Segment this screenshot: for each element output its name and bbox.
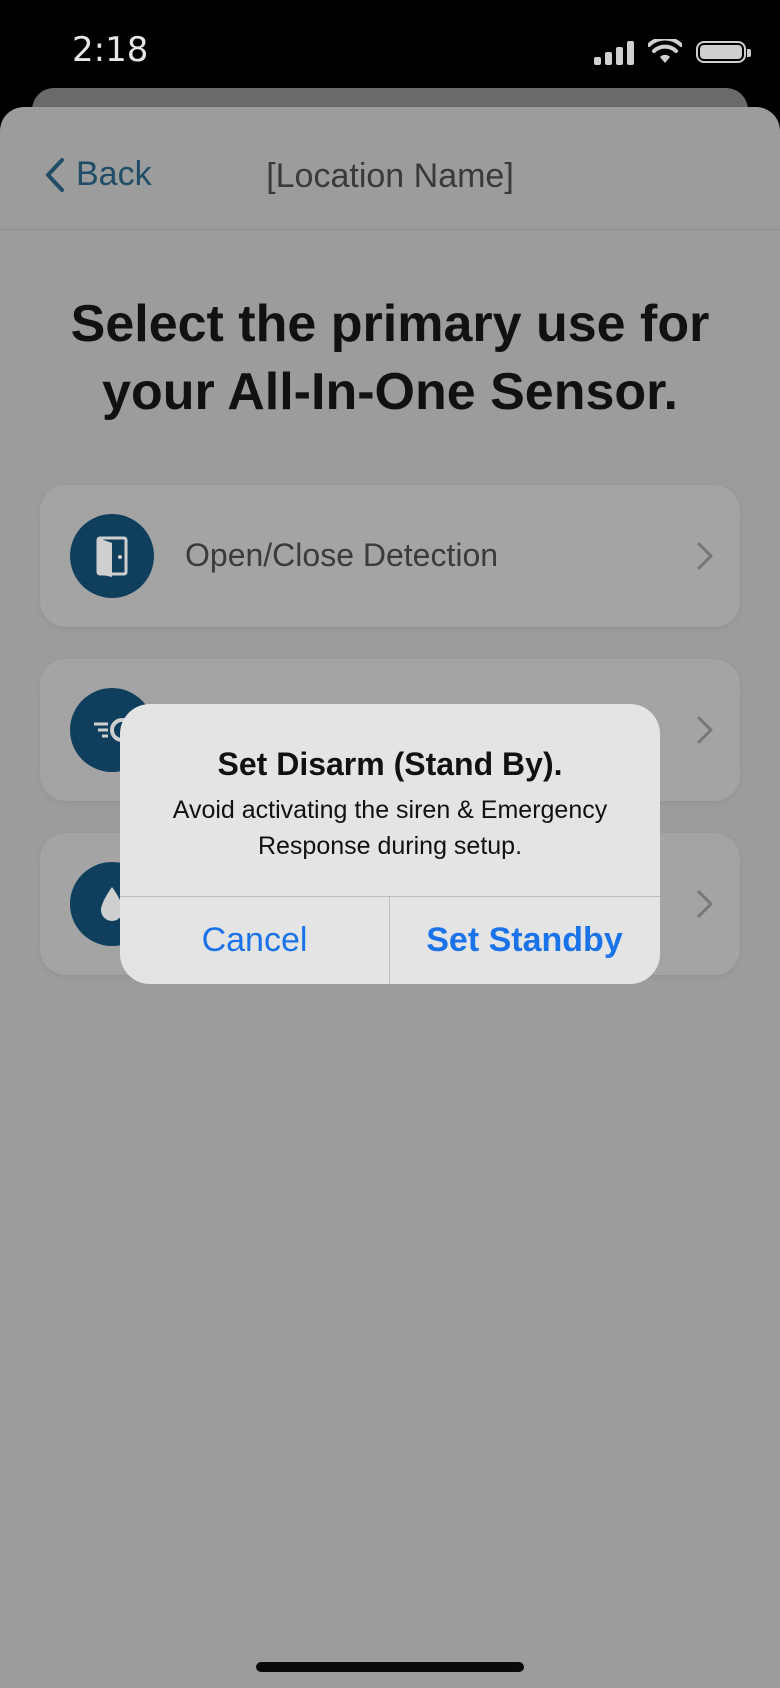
page-heading: Select the primary use for your All-In-O… [70, 295, 710, 421]
nav-title: [Location Name] [266, 157, 514, 195]
dialog-title: Set Disarm (Stand By). [217, 746, 563, 782]
status-bar: 2:18 [0, 0, 780, 100]
status-time: 2:18 [72, 30, 149, 70]
cellular-signal-icon [594, 39, 634, 65]
battery-icon [696, 41, 751, 63]
set-standby-button[interactable]: Set Standby [390, 897, 659, 984]
option-label: Open/Close Detection [185, 537, 499, 573]
chevron-right-icon [697, 890, 713, 918]
status-icons [594, 36, 751, 68]
chevron-right-icon [697, 542, 713, 570]
option-open-close-detection[interactable]: Open/Close Detection [40, 485, 740, 627]
navigation-bar: Back [Location Name] [0, 107, 780, 230]
door-icon [70, 514, 154, 598]
dialog-message: Avoid activating the siren & Emergency R… [172, 796, 608, 860]
wifi-icon [648, 39, 682, 63]
chevron-right-icon [697, 716, 713, 744]
cancel-button[interactable]: Cancel [120, 897, 389, 984]
home-indicator[interactable] [256, 1662, 524, 1672]
alert-dialog: Set Disarm (Stand By). Avoid activating … [120, 704, 660, 984]
